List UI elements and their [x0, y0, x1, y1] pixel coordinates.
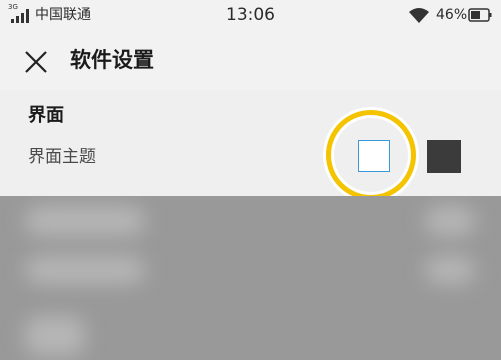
blurred-block	[25, 206, 145, 236]
section-title: 界面	[28, 105, 64, 126]
battery-icon	[468, 8, 492, 22]
theme-dark-option[interactable]	[427, 140, 461, 173]
interface-section: 界面 界面主题	[0, 90, 501, 196]
blurred-block	[25, 256, 145, 284]
blurred-block	[425, 206, 475, 236]
blurred-block	[25, 316, 85, 356]
app-header: 软件设置	[0, 32, 501, 90]
highlight-ring	[326, 110, 416, 200]
close-icon[interactable]	[22, 48, 50, 76]
wifi-icon	[409, 8, 429, 23]
status-bar: 3G 中国联通 13:06 46%	[0, 0, 501, 32]
dimmed-content	[0, 196, 501, 360]
battery-percent: 46%	[436, 7, 468, 23]
theme-label: 界面主题	[28, 147, 96, 167]
blurred-block	[425, 256, 475, 284]
page-title: 软件设置	[70, 48, 154, 72]
